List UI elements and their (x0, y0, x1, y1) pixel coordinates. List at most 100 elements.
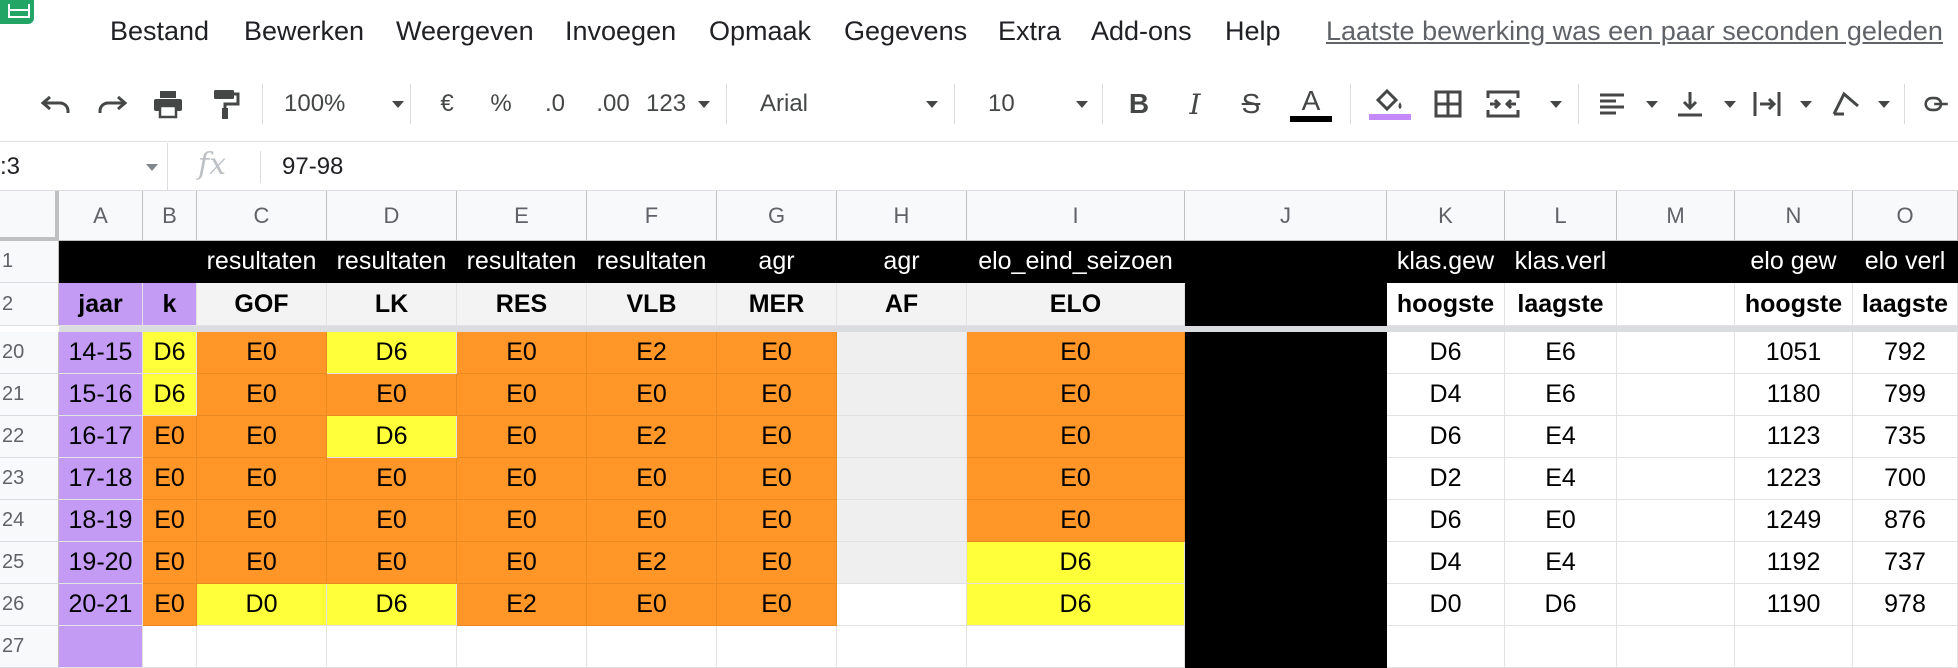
cell-j24[interactable] (1185, 500, 1387, 542)
cell-f22[interactable]: E2 (587, 416, 717, 458)
cell-d2[interactable]: LK (327, 283, 457, 326)
zoom-select[interactable]: 100% (284, 82, 404, 126)
cell-i20[interactable]: E0 (967, 332, 1185, 374)
cell-k1[interactable]: klas.gew (1387, 241, 1505, 283)
decrease-decimals-button[interactable]: .0 (538, 82, 572, 126)
cell-a23[interactable]: 17-18 (59, 458, 143, 500)
cell-c22[interactable]: E0 (197, 416, 327, 458)
cell-e23[interactable]: E0 (457, 458, 587, 500)
cell-e24[interactable]: E0 (457, 500, 587, 542)
cell-n24[interactable]: 1249 (1735, 500, 1853, 542)
cell-n26[interactable]: 1190 (1735, 584, 1853, 626)
cell-a22[interactable]: 16-17 (59, 416, 143, 458)
format-percent-button[interactable]: % (486, 82, 516, 126)
column-header-e[interactable]: E (457, 191, 587, 241)
cell-k27[interactable] (1387, 626, 1505, 668)
menu-help[interactable]: Help (1225, 16, 1281, 47)
cell-g23[interactable]: E0 (717, 458, 837, 500)
cell-k25[interactable]: D4 (1387, 542, 1505, 584)
align-vertical-button[interactable] (1676, 82, 1736, 126)
row-header-1[interactable]: 1 (0, 241, 59, 283)
cell-i22[interactable]: E0 (967, 416, 1185, 458)
menu-gegevens[interactable]: Gegevens (844, 16, 967, 47)
cell-o1[interactable]: elo verl (1853, 241, 1958, 283)
cell-g20[interactable]: E0 (717, 332, 837, 374)
cell-k26[interactable]: D0 (1387, 584, 1505, 626)
cell-b20[interactable]: D6 (143, 332, 197, 374)
cell-d27[interactable] (327, 626, 457, 668)
cell-g27[interactable] (717, 626, 837, 668)
strikethrough-button[interactable]: S (1236, 82, 1266, 126)
cell-a26[interactable]: 20-21 (59, 584, 143, 626)
column-header-c[interactable]: C (197, 191, 327, 241)
cell-j26[interactable] (1185, 584, 1387, 626)
cell-o25[interactable]: 737 (1853, 542, 1958, 584)
cell-g22[interactable]: E0 (717, 416, 837, 458)
print-icon[interactable] (148, 82, 188, 126)
column-header-l[interactable]: L (1505, 191, 1617, 241)
cell-l22[interactable]: E4 (1505, 416, 1617, 458)
text-color-button[interactable]: A (1290, 82, 1332, 126)
cell-l2[interactable]: laagste (1505, 283, 1617, 326)
cell-e2[interactable]: RES (457, 283, 587, 326)
name-box[interactable]: :3 (0, 143, 168, 191)
column-header-i[interactable]: I (967, 191, 1185, 241)
row-header-24[interactable]: 24 (0, 500, 59, 542)
cell-b2[interactable]: k (143, 283, 197, 326)
cell-f20[interactable]: E2 (587, 332, 717, 374)
redo-icon[interactable] (92, 82, 132, 126)
frozen-rows-divider[interactable] (59, 326, 1958, 332)
cell-f23[interactable]: E0 (587, 458, 717, 500)
cell-d26[interactable]: D6 (327, 584, 457, 626)
cell-i2[interactable]: ELO (967, 283, 1185, 326)
menu-opmaak[interactable]: Opmaak (709, 16, 811, 47)
cell-f24[interactable]: E0 (587, 500, 717, 542)
cell-b1[interactable] (143, 241, 197, 283)
cell-c27[interactable] (197, 626, 327, 668)
cell-i23[interactable]: E0 (967, 458, 1185, 500)
column-header-m[interactable]: M (1617, 191, 1735, 241)
cell-e1[interactable]: resultaten (457, 241, 587, 283)
cell-o26[interactable]: 978 (1853, 584, 1958, 626)
cell-j21[interactable] (1185, 374, 1387, 416)
cell-g24[interactable]: E0 (717, 500, 837, 542)
cell-a27[interactable] (59, 626, 143, 668)
cell-h26[interactable] (837, 584, 967, 626)
fill-color-button[interactable] (1368, 82, 1412, 126)
cell-n1[interactable]: elo gew (1735, 241, 1853, 283)
cell-f2[interactable]: VLB (587, 283, 717, 326)
column-header-k[interactable]: K (1387, 191, 1505, 241)
cell-a2[interactable]: jaar (59, 283, 143, 326)
font-family-select[interactable]: Arial (760, 82, 938, 126)
column-header-h[interactable]: H (837, 191, 967, 241)
cell-c23[interactable]: E0 (197, 458, 327, 500)
cell-k20[interactable]: D6 (1387, 332, 1505, 374)
cell-l27[interactable] (1505, 626, 1617, 668)
link-icon[interactable] (1924, 82, 1958, 126)
cell-h25[interactable] (837, 542, 967, 584)
cell-l23[interactable]: E4 (1505, 458, 1617, 500)
column-header-f[interactable]: F (587, 191, 717, 241)
row-header-23[interactable]: 23 (0, 458, 59, 500)
menu-invoegen[interactable]: Invoegen (565, 16, 676, 47)
cell-a21[interactable]: 15-16 (59, 374, 143, 416)
cell-c21[interactable]: E0 (197, 374, 327, 416)
cell-c2[interactable]: GOF (197, 283, 327, 326)
cell-f21[interactable]: E0 (587, 374, 717, 416)
italic-button[interactable]: I (1180, 82, 1210, 126)
cell-j2[interactable] (1185, 283, 1387, 326)
cell-f27[interactable] (587, 626, 717, 668)
cell-m1[interactable] (1617, 241, 1735, 283)
row-header-26[interactable]: 26 (0, 584, 59, 626)
cell-c24[interactable]: E0 (197, 500, 327, 542)
cell-b27[interactable] (143, 626, 197, 668)
cell-n25[interactable]: 1192 (1735, 542, 1853, 584)
column-header-j[interactable]: J (1185, 191, 1387, 241)
column-header-o[interactable]: O (1853, 191, 1958, 241)
frozen-columns-divider[interactable] (55, 191, 59, 241)
format-currency-button[interactable]: € (432, 82, 462, 126)
menu-bestand[interactable]: Bestand (110, 16, 209, 47)
cell-d1[interactable]: resultaten (327, 241, 457, 283)
cell-m22[interactable] (1617, 416, 1735, 458)
bold-button[interactable]: B (1124, 82, 1154, 126)
